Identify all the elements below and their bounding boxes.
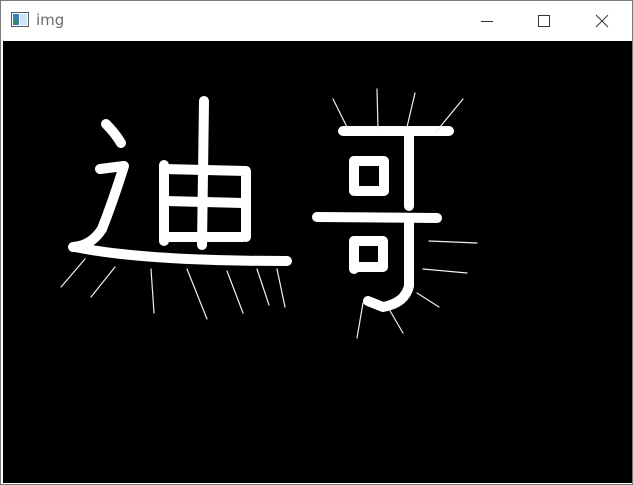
window-app-icon xyxy=(11,12,29,28)
maximize-button[interactable] xyxy=(521,1,567,40)
handwritten-characters-drawing xyxy=(60,88,478,339)
minimize-icon xyxy=(481,21,493,22)
image-canvas[interactable] xyxy=(3,41,632,483)
minimize-button[interactable] xyxy=(464,1,510,40)
character-ge-strokes xyxy=(312,126,454,312)
image-window: img xyxy=(0,0,633,485)
close-button[interactable] xyxy=(579,1,625,40)
character-di-strokes xyxy=(68,96,292,266)
title-bar[interactable]: img xyxy=(1,1,632,40)
maximize-icon xyxy=(538,15,550,27)
close-icon xyxy=(595,14,609,28)
window-title: img xyxy=(36,11,65,29)
